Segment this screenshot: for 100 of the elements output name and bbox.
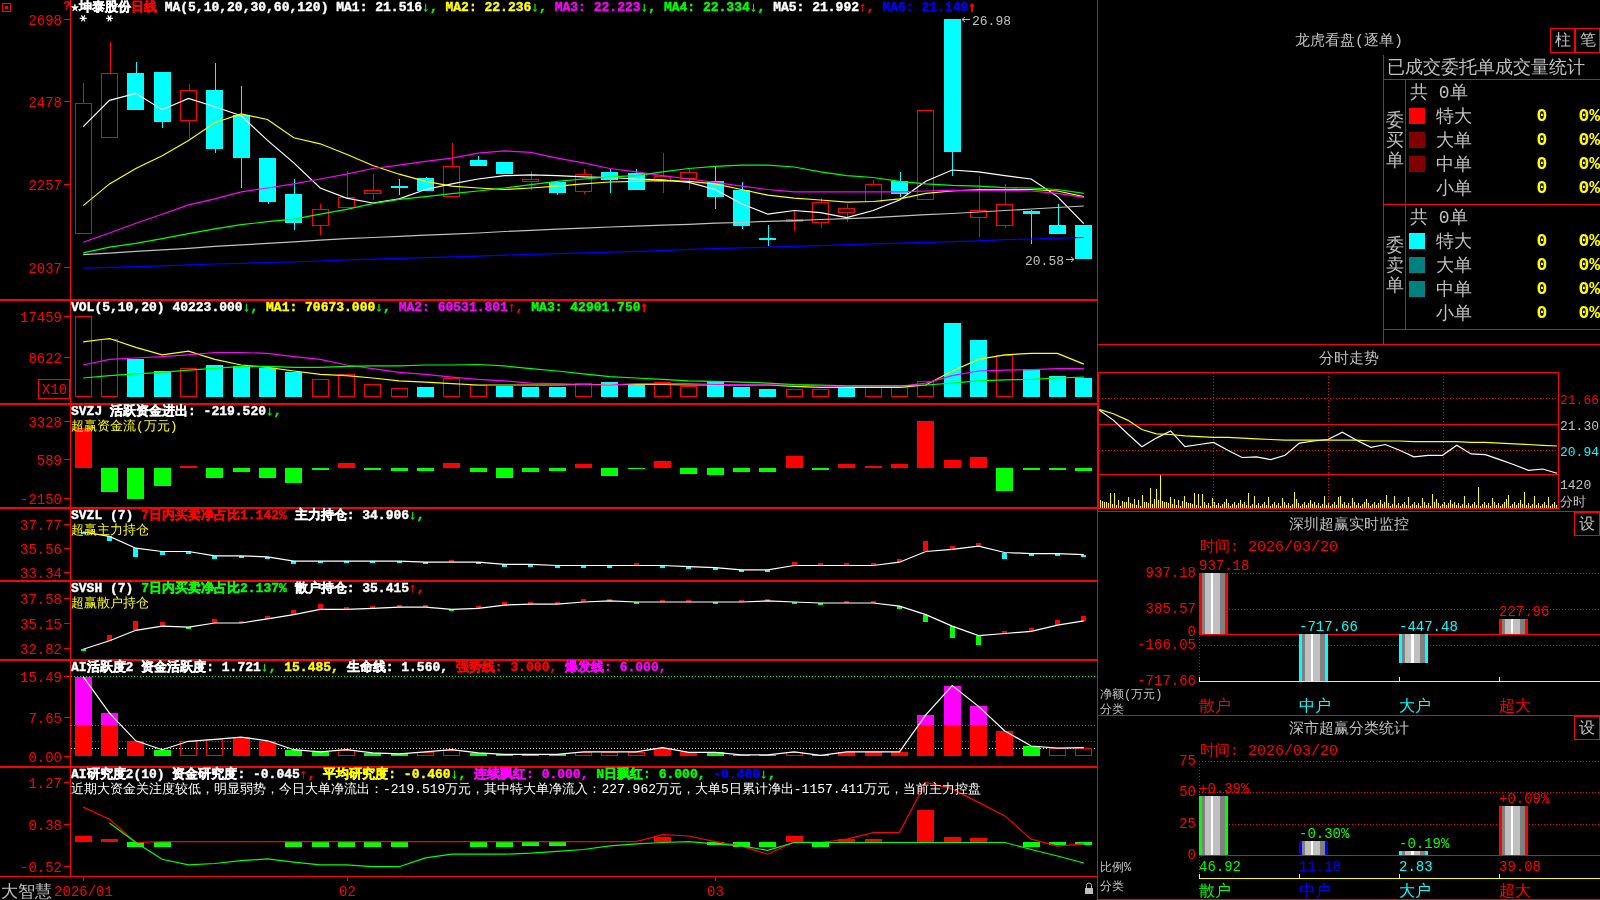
category-label: 超大: [1499, 883, 1531, 899]
axis-label: 21.66: [1560, 392, 1599, 408]
value-label: 46.92: [1199, 859, 1241, 875]
change-label: +0.39%: [1199, 781, 1250, 798]
order-count: 0: [1536, 303, 1548, 323]
axis-label: 37.58: [20, 591, 62, 608]
axis-label: 25: [1179, 815, 1196, 832]
axis-title: 分类: [1100, 880, 1124, 894]
axis-label: -0.52: [20, 859, 62, 876]
order-count: 0: [1536, 231, 1548, 251]
order-count: 0: [1536, 255, 1548, 275]
axis-label: -2150: [20, 491, 62, 508]
axis-label: 1420: [1560, 478, 1592, 493]
axis-label: 37.77: [20, 517, 62, 534]
axis-label: 17459: [20, 309, 62, 326]
axis-label: 75: [1179, 753, 1196, 769]
indicator-legend: SVZL (7) 7日内买卖净占比1.142% 主力持仓: 34.906↓,: [71, 509, 425, 523]
panel-title: 深圳超赢实时监控: [1289, 515, 1409, 534]
order-count: 0: [1536, 154, 1548, 174]
axis-label: 35.56: [20, 541, 62, 558]
category-label: 大户: [1399, 883, 1431, 899]
order-share: 0%: [1578, 279, 1600, 299]
indicator-legend: AI研究度2(10) 资金研究度: -0.045↑, 平均研究度: -0.460↓, 连续飘红: 0.000, N日飘红: 6.000, -0.460↓,: [71, 768, 776, 782]
category-label: 大户: [1399, 698, 1431, 715]
axis-label: 2478: [28, 94, 62, 111]
value-label: 39.08: [1499, 859, 1541, 875]
date-label: 03: [707, 884, 724, 900]
axis-label: 0.00: [28, 749, 62, 766]
axis-label: 2698: [28, 12, 62, 29]
timestamp-label: 时间: 2026/03/20: [1200, 539, 1339, 556]
order-count: 0: [1536, 130, 1548, 150]
order-total: 共 0单: [1410, 207, 1468, 229]
group-label: 委卖单: [1385, 237, 1404, 297]
axis-label: 7.65: [28, 710, 62, 727]
panel-title: 龙虎看盘(逐单): [1295, 33, 1403, 51]
order-share: 0%: [1578, 303, 1600, 323]
category-label: 散户: [1199, 698, 1231, 715]
value-label: -717.66: [1299, 619, 1358, 636]
axis-title: 比例%: [1100, 861, 1132, 875]
indicator-legend: SVZJ 活跃资金进出: -219.520↓,: [71, 405, 282, 419]
order-share: 0%: [1578, 255, 1600, 275]
order-total: 共 0单: [1410, 82, 1468, 104]
axis-title: 净额(万元): [1100, 688, 1163, 702]
panel-title: 深市超赢分类统计: [1289, 719, 1409, 738]
value-label: -447.48: [1399, 619, 1458, 636]
unit-label: X10: [38, 379, 70, 399]
indicator-legend: SVSH (7) 7日内买卖净占比2.137% 散户持仓: 35.415↑,: [71, 582, 425, 596]
axis-label: 32.82: [20, 641, 62, 658]
order-share: 0%: [1578, 178, 1600, 198]
axis-label: 21.30: [1560, 418, 1599, 434]
table-title: 已成交委托单成交量统计: [1387, 56, 1585, 79]
value-label: 11.18: [1299, 859, 1341, 875]
indicator-legend: ★坤泰股份日线 MA(5,10,20,30,60,120) MA1: 21.516↓, MA2: 22.236↓, MA3: 22.223↓, MA4: 22.334↓, MA5: 21.992↑, MA6: 21.149↑: [71, 1, 977, 15]
price-callout: 20.58: [1025, 253, 1075, 269]
order-count: 0: [1536, 106, 1548, 126]
axis-label: 2257: [28, 177, 62, 194]
axis-label: 33.34: [20, 565, 62, 581]
value-label: 227.96: [1499, 604, 1550, 621]
axis-label: 50: [1179, 784, 1196, 801]
axis-label: 1.27: [28, 775, 62, 792]
order-size-label: 小单: [1436, 303, 1472, 325]
axis-label: 20.94: [1560, 444, 1599, 460]
order-share: 0%: [1578, 231, 1600, 251]
timestamp-label: 时间: 2026/03/20: [1200, 743, 1339, 760]
category-label: 超大: [1499, 698, 1531, 715]
value-label: 937.18: [1199, 558, 1250, 574]
date-label: 02: [339, 884, 356, 900]
order-size-label: 中单: [1436, 154, 1472, 176]
indicator-legend: VOL(5,10,20) 40223.000↓, MA1: 70673.000↓, MA2: 60531.801↑, MA3: 42901.750↑: [71, 301, 649, 315]
axis-label: 0: [1187, 624, 1196, 640]
category-label: 中户: [1299, 883, 1331, 899]
group-label: 委买单: [1385, 112, 1404, 172]
order-size-label: 小单: [1436, 178, 1472, 200]
order-share: 0%: [1578, 154, 1600, 174]
order-size-label: 中单: [1436, 279, 1472, 301]
order-size-label: 大单: [1436, 255, 1472, 277]
date-label: 2026/01: [54, 884, 113, 900]
order-share: 0%: [1578, 130, 1600, 150]
annotation: 20.58: [1024, 253, 1064, 269]
axis-label: 15.49: [20, 669, 62, 686]
order-share: 0%: [1578, 106, 1600, 126]
axis-label: 35.15: [20, 616, 62, 633]
axis-label: -166.05: [1137, 637, 1196, 653]
order-count: 0: [1536, 178, 1548, 198]
value-label: 2.83: [1399, 859, 1433, 875]
axis-label: 589: [36, 452, 62, 469]
order-size-label: 特大: [1436, 231, 1472, 253]
axis-title: 分类: [1100, 703, 1124, 715]
axis-label: 385.57: [1145, 601, 1196, 617]
axis-label: 2037: [28, 260, 62, 277]
axis-label: 0: [1187, 847, 1196, 863]
axis-label: 3328: [28, 414, 62, 431]
change-label: -0.19%: [1399, 836, 1450, 853]
order-count: 0: [1536, 279, 1548, 299]
panel-title: 分时走势: [1319, 349, 1379, 368]
order-size-label: 特大: [1436, 106, 1472, 128]
axis-label: 937.18: [1145, 565, 1196, 581]
brand-label: 大智慧: [1, 883, 52, 900]
axis-label: -717.66: [1137, 673, 1196, 689]
axis-label: 8622: [28, 350, 62, 367]
